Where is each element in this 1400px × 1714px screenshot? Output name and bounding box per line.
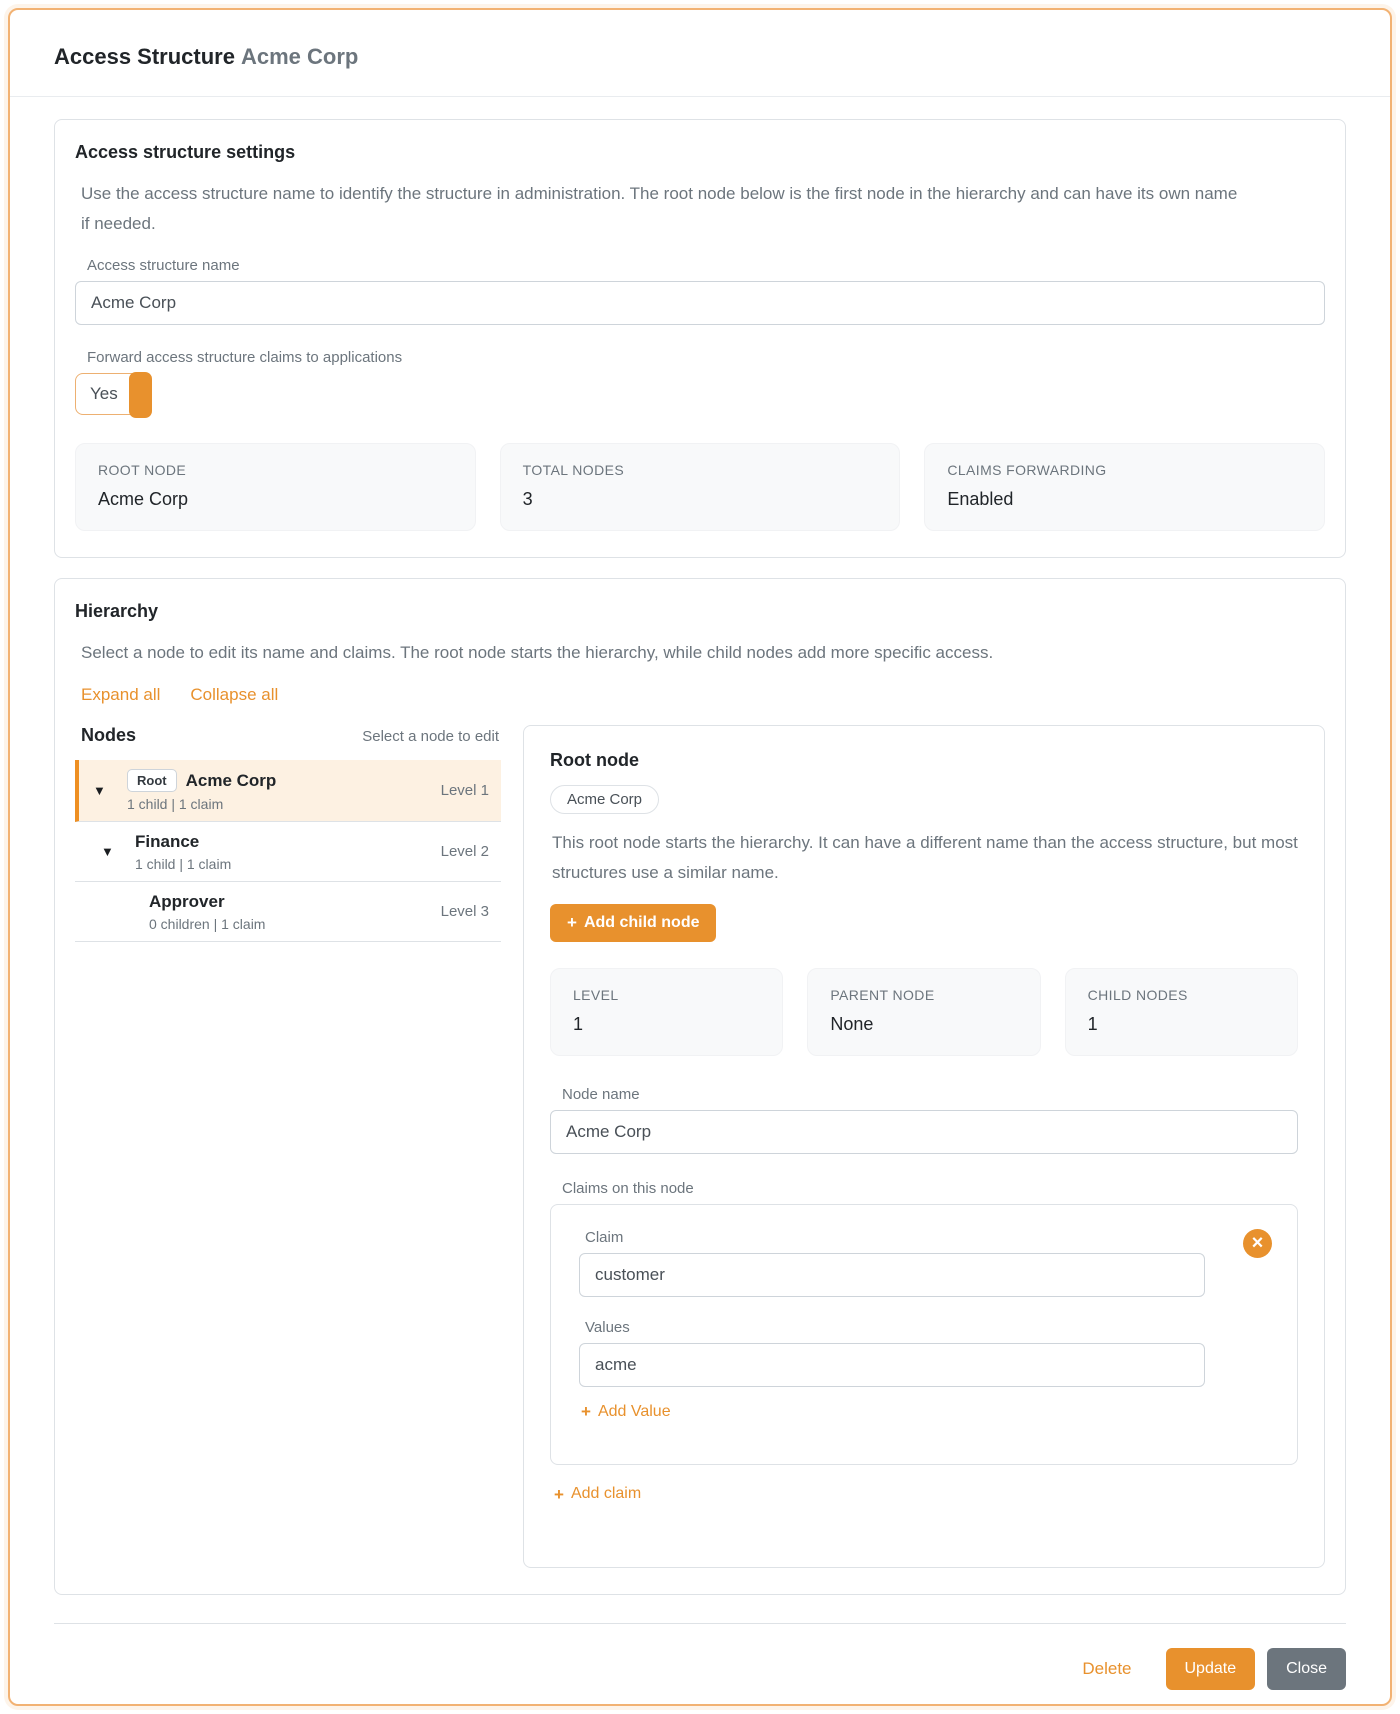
- add-value-link[interactable]: + Add Value: [581, 1403, 671, 1421]
- add-child-node-label: Add child node: [584, 914, 700, 932]
- settings-stats-row: ROOT NODE Acme Corp TOTAL NODES 3 CLAIMS…: [75, 443, 1325, 531]
- stat-value: 1: [573, 1014, 760, 1035]
- node-level: Level 1: [441, 782, 489, 799]
- stat-label: PARENT NODE: [830, 987, 1017, 1003]
- add-child-node-button[interactable]: + Add child node: [550, 904, 716, 942]
- remove-claim-button[interactable]: ×: [1243, 1229, 1272, 1258]
- claim-value-input[interactable]: [579, 1343, 1205, 1387]
- hierarchy-title: Hierarchy: [75, 601, 1325, 622]
- stat-card-parent-node: PARENT NODE None: [807, 968, 1040, 1056]
- stat-label: ROOT NODE: [98, 462, 453, 478]
- settings-description: Use the access structure name to identif…: [81, 179, 1241, 239]
- node-name-pill: Acme Corp: [550, 785, 659, 814]
- forward-claims-label: Forward access structure claims to appli…: [87, 349, 1325, 366]
- add-claim-link[interactable]: + Add claim: [554, 1485, 641, 1503]
- node-editor-panel: Root node Acme Corp This root node start…: [523, 725, 1325, 1568]
- editor-title: Root node: [550, 750, 1298, 771]
- structure-name-input[interactable]: [75, 281, 1325, 325]
- structure-name-label: Access structure name: [87, 257, 1325, 274]
- claims-on-node-label: Claims on this node: [562, 1180, 1298, 1197]
- nodes-title: Nodes: [81, 725, 136, 746]
- node-row-acme-corp[interactable]: ▼ Root Acme Corp 1 child | 1 claim Level…: [75, 760, 501, 822]
- editor-stats-row: LEVEL 1 PARENT NODE None CHILD NODES 1: [550, 968, 1298, 1056]
- node-meta: 1 child | 1 claim: [135, 856, 441, 872]
- node-meta: 1 child | 1 claim: [127, 796, 441, 812]
- plus-icon: +: [554, 1486, 564, 1503]
- settings-title: Access structure settings: [75, 142, 1325, 163]
- plus-icon: +: [581, 1403, 591, 1420]
- claim-label: Claim: [585, 1229, 1205, 1246]
- stat-value: None: [830, 1014, 1017, 1035]
- dialog-header: Access StructureAcme Corp: [10, 10, 1390, 97]
- node-level: Level 2: [441, 843, 489, 860]
- page-title-structure-name: Acme Corp: [241, 44, 358, 69]
- node-row-approver[interactable]: Approver 0 children | 1 claim Level 3: [75, 882, 501, 942]
- stat-value: Acme Corp: [98, 489, 453, 510]
- settings-section: Access structure settings Use the access…: [54, 119, 1346, 558]
- node-name: Finance: [135, 832, 199, 852]
- toggle-state-label: Yes: [90, 384, 118, 404]
- stat-label: TOTAL NODES: [523, 462, 878, 478]
- node-level: Level 3: [441, 903, 489, 920]
- toggle-knob: [129, 372, 152, 418]
- caret-down-icon[interactable]: ▼: [101, 845, 125, 858]
- stat-value: 1: [1088, 1014, 1275, 1035]
- node-name: Acme Corp: [186, 771, 277, 791]
- close-button[interactable]: Close: [1267, 1648, 1346, 1690]
- collapse-all-link[interactable]: Collapse all: [190, 685, 278, 705]
- hierarchy-description: Select a node to edit its name and claim…: [81, 638, 1241, 668]
- node-meta: 0 children | 1 claim: [149, 916, 441, 932]
- dialog-footer: Delete Update Close: [54, 1623, 1346, 1706]
- stat-value: Enabled: [947, 489, 1302, 510]
- add-claim-label: Add claim: [571, 1485, 641, 1503]
- stat-card-root-node: ROOT NODE Acme Corp: [75, 443, 476, 531]
- page-title: Access StructureAcme Corp: [54, 44, 1346, 70]
- page-title-main: Access Structure: [54, 44, 235, 69]
- node-name: Approver: [149, 892, 225, 912]
- expand-all-link[interactable]: Expand all: [81, 685, 160, 705]
- stat-card-claims-forwarding: CLAIMS FORWARDING Enabled: [924, 443, 1325, 531]
- stat-card-total-nodes: TOTAL NODES 3: [500, 443, 901, 531]
- stat-card-level: LEVEL 1: [550, 968, 783, 1056]
- update-button[interactable]: Update: [1166, 1648, 1256, 1690]
- claim-input[interactable]: [579, 1253, 1205, 1297]
- node-name-label: Node name: [562, 1086, 1298, 1103]
- values-label: Values: [585, 1319, 1205, 1336]
- delete-button[interactable]: Delete: [1082, 1659, 1131, 1679]
- stat-label: CHILD NODES: [1088, 987, 1275, 1003]
- close-icon: ×: [1252, 1232, 1264, 1254]
- nodes-tree: Nodes Select a node to edit ▼ Root Acme …: [75, 725, 501, 942]
- hierarchy-section: Hierarchy Select a node to edit its name…: [54, 578, 1346, 1595]
- caret-down-icon[interactable]: ▼: [93, 784, 117, 797]
- nodes-hint: Select a node to edit: [362, 728, 499, 745]
- access-structure-dialog: Access StructureAcme Corp Access structu…: [8, 8, 1392, 1706]
- forward-claims-toggle[interactable]: Yes: [75, 373, 151, 415]
- root-badge: Root: [127, 769, 177, 792]
- add-value-label: Add Value: [598, 1403, 671, 1421]
- stat-label: LEVEL: [573, 987, 760, 1003]
- node-row-finance[interactable]: ▼ Finance 1 child | 1 claim Level 2: [75, 822, 501, 882]
- claim-card: × Claim Values + Add Value: [550, 1204, 1298, 1466]
- stat-label: CLAIMS FORWARDING: [947, 462, 1302, 478]
- editor-description: This root node starts the hierarchy. It …: [552, 828, 1298, 888]
- node-name-input[interactable]: [550, 1110, 1298, 1154]
- stat-card-child-nodes: CHILD NODES 1: [1065, 968, 1298, 1056]
- plus-icon: +: [567, 914, 577, 931]
- stat-value: 3: [523, 489, 878, 510]
